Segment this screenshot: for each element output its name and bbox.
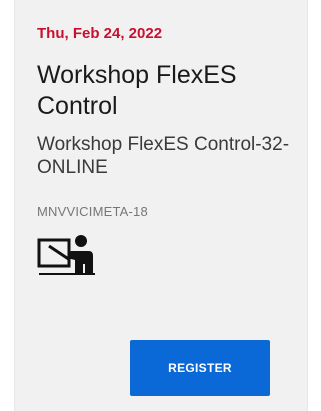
event-title: Workshop FlexES Control xyxy=(37,61,237,120)
event-subtitle: Workshop FlexES Control-32-ONLINE xyxy=(37,134,290,178)
event-code: MNVVICIMETA-18 xyxy=(37,204,148,219)
presentation-teacher-icon xyxy=(37,235,95,275)
page: Thu, Feb 24, 2022 Workshop FlexES Contro… xyxy=(0,0,321,411)
register-button[interactable]: REGISTER xyxy=(130,340,270,396)
event-date: Thu, Feb 24, 2022 xyxy=(37,25,163,42)
event-card: Thu, Feb 24, 2022 Workshop FlexES Contro… xyxy=(14,0,308,411)
